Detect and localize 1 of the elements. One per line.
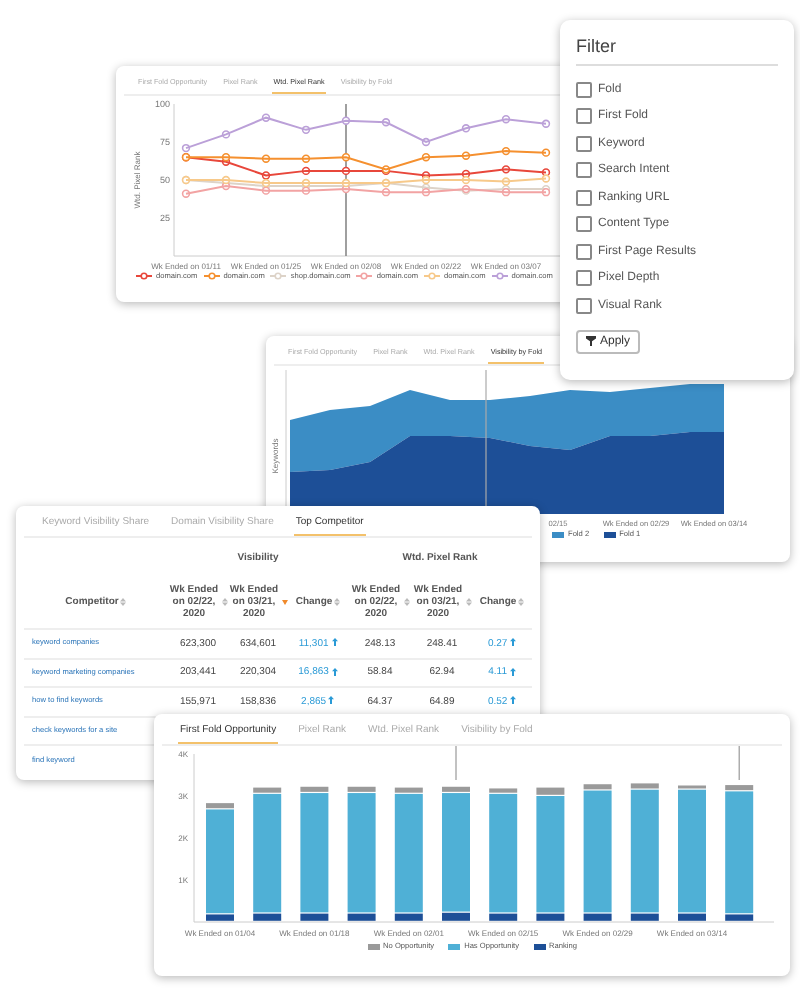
panel-title: Filter (576, 32, 778, 66)
